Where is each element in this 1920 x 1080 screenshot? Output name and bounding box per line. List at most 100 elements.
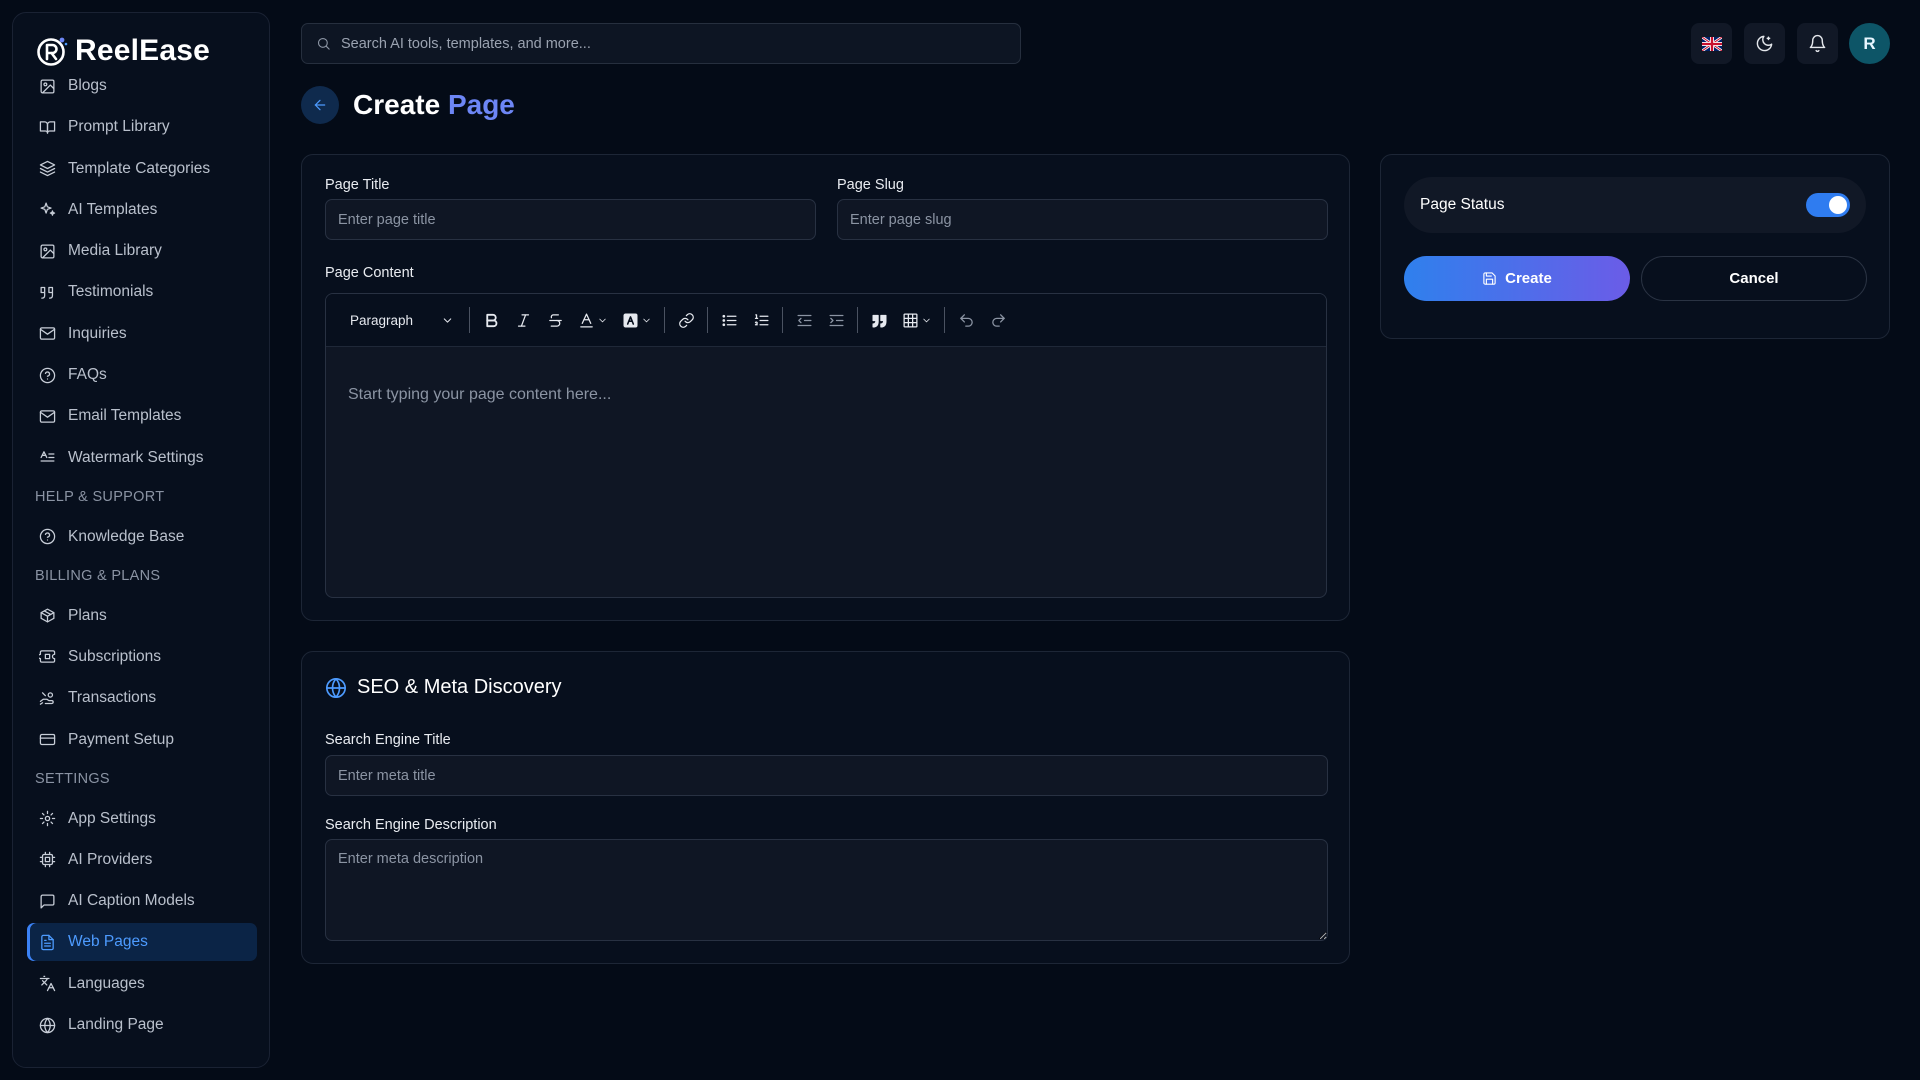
back-button[interactable] — [301, 86, 339, 124]
sidebar-item-app-settings[interactable]: App Settings — [27, 800, 257, 838]
app-logo[interactable]: ReelEase — [35, 31, 265, 71]
cancel-button[interactable]: Cancel — [1641, 256, 1867, 301]
toolbar-divider — [707, 307, 708, 333]
sidebar-item-label: Watermark Settings — [68, 448, 204, 466]
sidebar: ReelEase Blogs Prompt Library Template C… — [12, 12, 270, 1068]
undo-icon — [959, 313, 973, 327]
sidebar-item-landing-page[interactable]: Landing Page — [27, 1006, 257, 1044]
sidebar-item-prompt-library[interactable]: Prompt Library — [27, 108, 257, 146]
seo-heading-text: SEO & Meta Discovery — [357, 676, 562, 698]
link-icon — [678, 312, 694, 328]
numbered-list-button[interactable] — [745, 305, 777, 335]
create-button[interactable]: Create — [1404, 256, 1630, 301]
bell-icon — [1809, 34, 1826, 53]
editor-toolbar: Paragraph — [326, 294, 1326, 347]
sidebar-item-transactions[interactable]: Transactions — [27, 679, 257, 717]
file-text-icon — [41, 934, 54, 951]
globe-icon — [326, 677, 346, 698]
blockquote-button[interactable] — [863, 305, 895, 335]
theme-toggle-button[interactable] — [1744, 23, 1785, 64]
outdent-button[interactable] — [788, 305, 820, 335]
table-button[interactable] — [895, 305, 939, 335]
sidebar-item-label: Payment Setup — [68, 730, 174, 748]
sidebar-item-ai-templates[interactable]: AI Templates — [27, 191, 257, 229]
sidebar-item-label: Email Templates — [68, 407, 182, 425]
hand-coins-icon — [39, 691, 54, 705]
meta-description-textarea[interactable] — [325, 839, 1328, 941]
sidebar-item-label: Knowledge Base — [68, 527, 185, 545]
sidebar-item-label: Inquiries — [68, 324, 127, 342]
undo-button[interactable] — [950, 305, 982, 335]
page-status-row: Page Status — [1404, 177, 1866, 233]
languages-icon — [39, 976, 56, 992]
search-input[interactable] — [341, 35, 981, 52]
indent-button[interactable] — [820, 305, 852, 335]
bullet-list-button[interactable] — [713, 305, 745, 335]
sidebar-item-inquiries[interactable]: Inquiries — [27, 315, 257, 353]
user-avatar[interactable]: R — [1849, 23, 1890, 64]
quote-icon — [871, 314, 887, 328]
sidebar-item-label: Plans — [68, 606, 107, 624]
link-button[interactable] — [670, 305, 702, 335]
moon-icon — [1756, 35, 1773, 52]
sidebar-item-label: App Settings — [68, 809, 156, 827]
indent-icon — [828, 314, 844, 326]
meta-title-input[interactable] — [325, 755, 1328, 796]
sidebar-item-subscriptions[interactable]: Subscriptions — [27, 638, 257, 676]
section-billing-plans: BILLING & PLANS — [35, 567, 161, 584]
create-button-label: Create — [1505, 270, 1552, 287]
page-details-card: Page Title Page Slug Page Content Paragr… — [301, 154, 1350, 621]
sidebar-item-ai-caption-models[interactable]: AI Caption Models — [27, 882, 257, 920]
sidebar-item-blogs[interactable]: Blogs — [27, 67, 257, 105]
bold-button[interactable] — [475, 305, 507, 335]
message-square-icon — [40, 894, 55, 909]
mail-icon — [39, 327, 56, 341]
sidebar-item-testimonials[interactable]: Testimonials — [27, 273, 257, 311]
sidebar-item-label: Languages — [68, 974, 145, 992]
sidebar-item-faqs[interactable]: FAQs — [27, 356, 257, 394]
highlight-color-button[interactable] — [615, 305, 659, 335]
sidebar-item-label: Subscriptions — [68, 647, 162, 665]
sidebar-item-plans[interactable]: Plans — [27, 597, 257, 635]
editor-content-area[interactable]: Start typing your page content here... — [326, 347, 1326, 443]
globe-icon — [39, 1017, 56, 1033]
credit-card-icon — [39, 733, 56, 746]
sidebar-item-email-templates[interactable]: Email Templates — [27, 397, 257, 435]
image-edit-icon — [40, 78, 55, 94]
seo-card: SEO & Meta Discovery Search Engine Title… — [301, 651, 1350, 964]
sidebar-item-knowledge-base[interactable]: Knowledge Base — [27, 518, 257, 556]
text-color-icon — [580, 312, 593, 328]
redo-button[interactable] — [982, 305, 1014, 335]
text-color-button[interactable] — [571, 305, 615, 335]
sidebar-item-template-categories[interactable]: Template Categories — [27, 150, 257, 188]
chevron-down-icon — [923, 318, 930, 322]
strikethrough-button[interactable] — [539, 305, 571, 335]
toolbar-divider — [782, 307, 783, 333]
sidebar-item-payment-setup[interactable]: Payment Setup — [27, 721, 257, 759]
notifications-button[interactable] — [1797, 23, 1838, 64]
italic-button[interactable] — [507, 305, 539, 335]
ticket-icon — [39, 650, 56, 664]
chevron-down-icon — [599, 318, 606, 322]
page-slug-input[interactable] — [837, 199, 1328, 240]
sidebar-item-label: FAQs — [68, 366, 107, 384]
page-title-input[interactable] — [325, 199, 816, 240]
sidebar-item-watermark-settings[interactable]: Watermark Settings — [27, 439, 257, 477]
sidebar-item-ai-providers[interactable]: AI Providers — [27, 841, 257, 879]
arrow-left-icon — [314, 99, 326, 111]
gear-icon — [39, 810, 56, 827]
page-status-toggle[interactable] — [1806, 193, 1850, 217]
sidebar-item-web-pages[interactable]: Web Pages — [27, 923, 257, 962]
layers-icon — [39, 160, 56, 177]
global-search[interactable] — [301, 23, 1021, 64]
sidebar-item-media-library[interactable]: Media Library — [27, 232, 257, 270]
numbered-list-icon — [754, 313, 769, 325]
sidebar-item-languages[interactable]: Languages — [27, 965, 257, 1003]
page-content-label: Page Content — [325, 265, 414, 281]
table-icon — [903, 312, 918, 328]
language-switcher-button[interactable] — [1691, 23, 1732, 64]
strikethrough-icon — [548, 313, 562, 327]
section-settings: SETTINGS — [35, 770, 110, 787]
rich-text-editor: Paragraph Start typing your page content… — [325, 293, 1327, 598]
block-type-select[interactable]: Paragraph — [338, 305, 464, 335]
